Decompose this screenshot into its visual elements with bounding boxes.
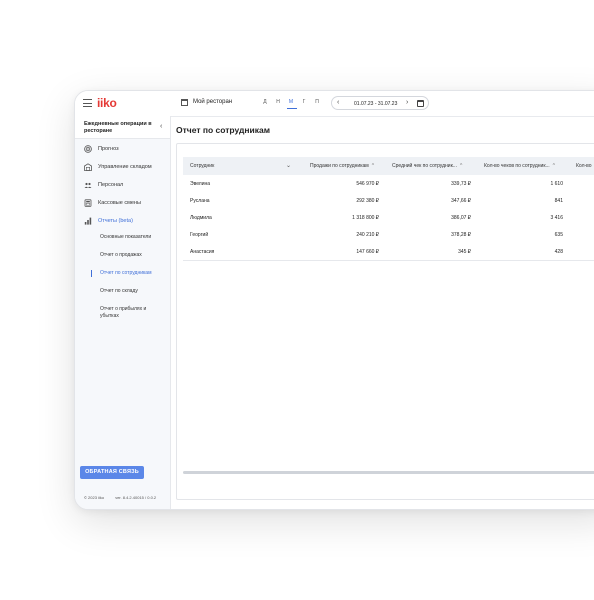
sort-icon: ^ [371, 163, 375, 169]
cell-sales: 292 380 ₽ [356, 198, 379, 204]
cell-check-count: 635 [554, 232, 563, 238]
table-row[interactable]: Руслана 292 380 ₽ 347,66 ₽ 841 [183, 192, 594, 210]
cell-check-count: 428 [554, 249, 563, 255]
sidebar-section-title: Ежедневные операции в ресторане [84, 121, 152, 134]
cell-sales: 147 660 ₽ [356, 249, 379, 255]
sidebar-item-staff[interactable]: Персонал [75, 178, 170, 192]
cell-check-count: 1 610 [550, 181, 563, 187]
sidebar-subitem-label: Отчет о продажах [100, 252, 142, 258]
sidebar-item-label: Персонал [98, 182, 124, 188]
active-indicator [91, 270, 92, 277]
hamburger-menu-icon[interactable] [83, 99, 92, 107]
app-window: iiko Мой ресторан Д Н М Г П ‹ 01.07.23 -… [74, 90, 594, 510]
version: ver. 8.4.2.40015 / 0.0.2 [115, 495, 157, 500]
logo: iiko [97, 96, 117, 110]
report-card: Сотрудник ⌄ Продажи по сотрудникам ^ Сред… [176, 143, 594, 500]
table-row[interactable]: Георгий 240 210 ₽ 378,28 ₽ 635 [183, 226, 594, 244]
sidebar-subitem-label: Основные показатели [100, 234, 152, 240]
column-header-sales[interactable]: Продажи по сотрудникам ^ [310, 163, 374, 169]
sidebar-subitem-label: Отчет о прибылях и убытках [100, 306, 147, 319]
cell-employee: Анастасия [190, 249, 215, 255]
cash-register-icon [84, 199, 92, 207]
cell-avg-check: 378,28 ₽ [451, 232, 471, 238]
sidebar-subitem-label: Отчет по складу [100, 288, 138, 294]
table-header: Сотрудник ⌄ Продажи по сотрудникам ^ Сред… [183, 157, 594, 176]
sidebar-footer: © 2023 iiko ver. 8.4.2.40015 / 0.0.2 [84, 495, 166, 500]
sidebar: Ежедневные операции в ресторане ‹ Прогно… [75, 116, 171, 509]
cell-avg-check: 339,73 ₽ [451, 181, 471, 187]
sidebar-item-label: Отчеты (beta) [98, 218, 133, 224]
chevron-down-icon[interactable]: ⌄ [286, 162, 291, 169]
next-period-icon[interactable]: › [406, 99, 408, 107]
sort-icon: ^ [552, 163, 556, 169]
column-header-employee[interactable]: Сотрудник [190, 163, 214, 169]
cell-sales: 240 210 ₽ [356, 232, 379, 238]
table-row[interactable]: Людмила 1 318 800 ₽ 386,07 ₽ 3 416 [183, 209, 594, 227]
sidebar-item-forecast[interactable]: Прогноз [75, 142, 170, 156]
sidebar-subitem-label: Отчет по сотрудникам [100, 270, 152, 276]
cell-avg-check: 345 ₽ [458, 249, 471, 255]
target-icon [84, 145, 92, 153]
active-period-indicator [287, 108, 297, 109]
cell-sales: 546 970 ₽ [356, 181, 379, 187]
date-range[interactable]: 01.07.23 - 31.07.23 [354, 101, 397, 107]
people-icon [84, 182, 92, 188]
top-bar: iiko Мой ресторан Д Н М Г П ‹ 01.07.23 -… [75, 91, 594, 117]
cell-employee: Людмила [190, 215, 212, 221]
date-range-picker: ‹ 01.07.23 - 31.07.23 › [331, 96, 429, 110]
store-selector[interactable]: Мой ресторан [193, 99, 232, 105]
cell-avg-check: 347,66 ₽ [451, 198, 471, 204]
table-row[interactable]: Анастасия 147 660 ₽ 345 ₽ 428 [183, 243, 594, 261]
cell-employee: Эвелина [190, 181, 211, 187]
sidebar-item-reports[interactable]: Отчеты (beta) [75, 214, 170, 228]
sidebar-item-cash-shifts[interactable]: Кассовые смены [75, 196, 170, 210]
period-tab-year[interactable]: Г [300, 99, 308, 105]
column-header-avg-check[interactable]: Средний чек по сотрудник... ^ [392, 163, 462, 169]
warehouse-icon [84, 163, 92, 171]
calendar-icon[interactable] [417, 100, 424, 107]
sort-icon: ^ [459, 163, 463, 169]
period-tab-day[interactable]: Д [261, 99, 269, 105]
bar-chart-icon [84, 217, 92, 225]
cell-employee: Руслана [190, 198, 210, 204]
sidebar-item-label: Прогноз [98, 146, 119, 152]
feedback-button[interactable]: ОБРАТНАЯ СВЯЗЬ [80, 466, 144, 479]
cell-check-count: 841 [554, 198, 563, 204]
cell-check-count: 3 416 [550, 215, 563, 221]
column-header-extra[interactable]: Кол-во [576, 163, 592, 169]
sidebar-item-label: Управление складом [98, 164, 152, 170]
horizontal-scrollbar[interactable] [183, 471, 594, 474]
sidebar-header[interactable]: Ежедневные операции в ресторане ‹ [75, 116, 170, 139]
cell-avg-check: 386,07 ₽ [451, 215, 471, 221]
table-row[interactable]: Эвелина 546 970 ₽ 339,73 ₽ 1 610 [183, 175, 594, 193]
period-tab-month[interactable]: М [287, 99, 295, 105]
period-tab-custom[interactable]: П [313, 99, 321, 105]
prev-period-icon[interactable]: ‹ [337, 99, 339, 107]
sidebar-item-warehouse[interactable]: Управление складом [75, 160, 170, 174]
copyright: © 2023 iiko [84, 495, 105, 500]
sidebar-item-label: Кассовые смены [98, 200, 141, 206]
store-icon [181, 99, 188, 106]
page-title: Отчет по сотрудникам [176, 125, 271, 135]
cell-employee: Георгий [190, 232, 209, 238]
period-tab-week[interactable]: Н [274, 99, 282, 105]
cell-sales: 1 318 800 ₽ [352, 215, 379, 221]
chevron-left-icon[interactable]: ‹ [160, 123, 162, 130]
column-header-check-count[interactable]: Кол-во чеков по сотрудник... ^ [484, 163, 555, 169]
